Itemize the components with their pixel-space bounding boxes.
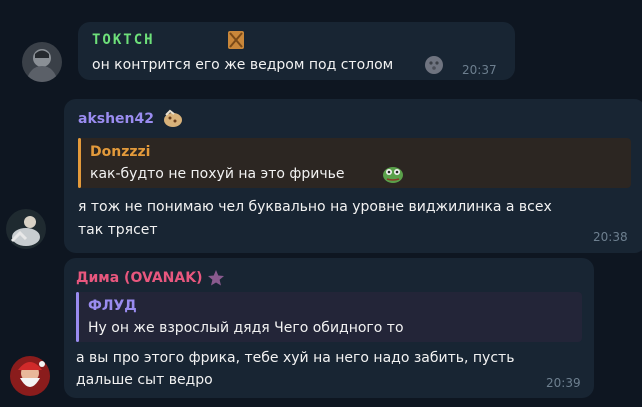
reply-accent-bar	[76, 292, 79, 342]
reply-text: как-будто не похуй на это фричье	[90, 166, 345, 182]
pepe-emoji-icon	[382, 164, 404, 188]
reply-text: Ну он же взрослый дядя Чего обидного то	[88, 320, 404, 336]
reply-author: Donzzzi	[90, 144, 151, 160]
avatar[interactable]	[22, 42, 62, 82]
cookie-emoji-icon	[162, 109, 184, 133]
message-text: он контрится его же ведром под столом	[92, 57, 394, 73]
sender-name[interactable]: akshen42	[78, 111, 154, 127]
message-text-line: так трясет	[78, 222, 158, 238]
box-emoji-icon	[227, 30, 245, 54]
message-text-line: а вы про этого фрика, тебе хуй на него н…	[76, 350, 515, 366]
reply-preview[interactable]: ФЛУД Ну он же взрослый дядя Чего обидног…	[76, 292, 582, 342]
message-time: 20:38	[593, 230, 628, 244]
message-bubble[interactable]: ТОКТСН он контрится его же ведром под ст…	[78, 22, 515, 80]
message-text-line: я тож не понимаю чел буквально на уровне…	[78, 199, 552, 215]
message-bubble[interactable]: Дима (OVANAK) ФЛУД Ну он же взрослый дяд…	[64, 258, 594, 398]
message-time: 20:37	[462, 63, 497, 77]
message-time: 20:39	[546, 376, 581, 390]
sender-name[interactable]: ТОКТСН	[92, 32, 155, 48]
message-bubble[interactable]: akshen42 Donzzzi как-будто не похуй на э…	[64, 99, 642, 253]
moon-emoji-icon	[424, 55, 444, 79]
message-text-line: дальше сыт ведро	[76, 372, 213, 388]
avatar[interactable]	[10, 356, 50, 396]
reply-accent-bar	[78, 138, 81, 188]
reply-preview[interactable]: Donzzzi как-будто не похуй на это фричье	[78, 138, 631, 188]
avatar[interactable]	[6, 209, 46, 249]
star-icon	[207, 269, 225, 291]
sender-name[interactable]: Дима (OVANAK)	[76, 270, 203, 286]
reply-author: ФЛУД	[88, 298, 137, 314]
